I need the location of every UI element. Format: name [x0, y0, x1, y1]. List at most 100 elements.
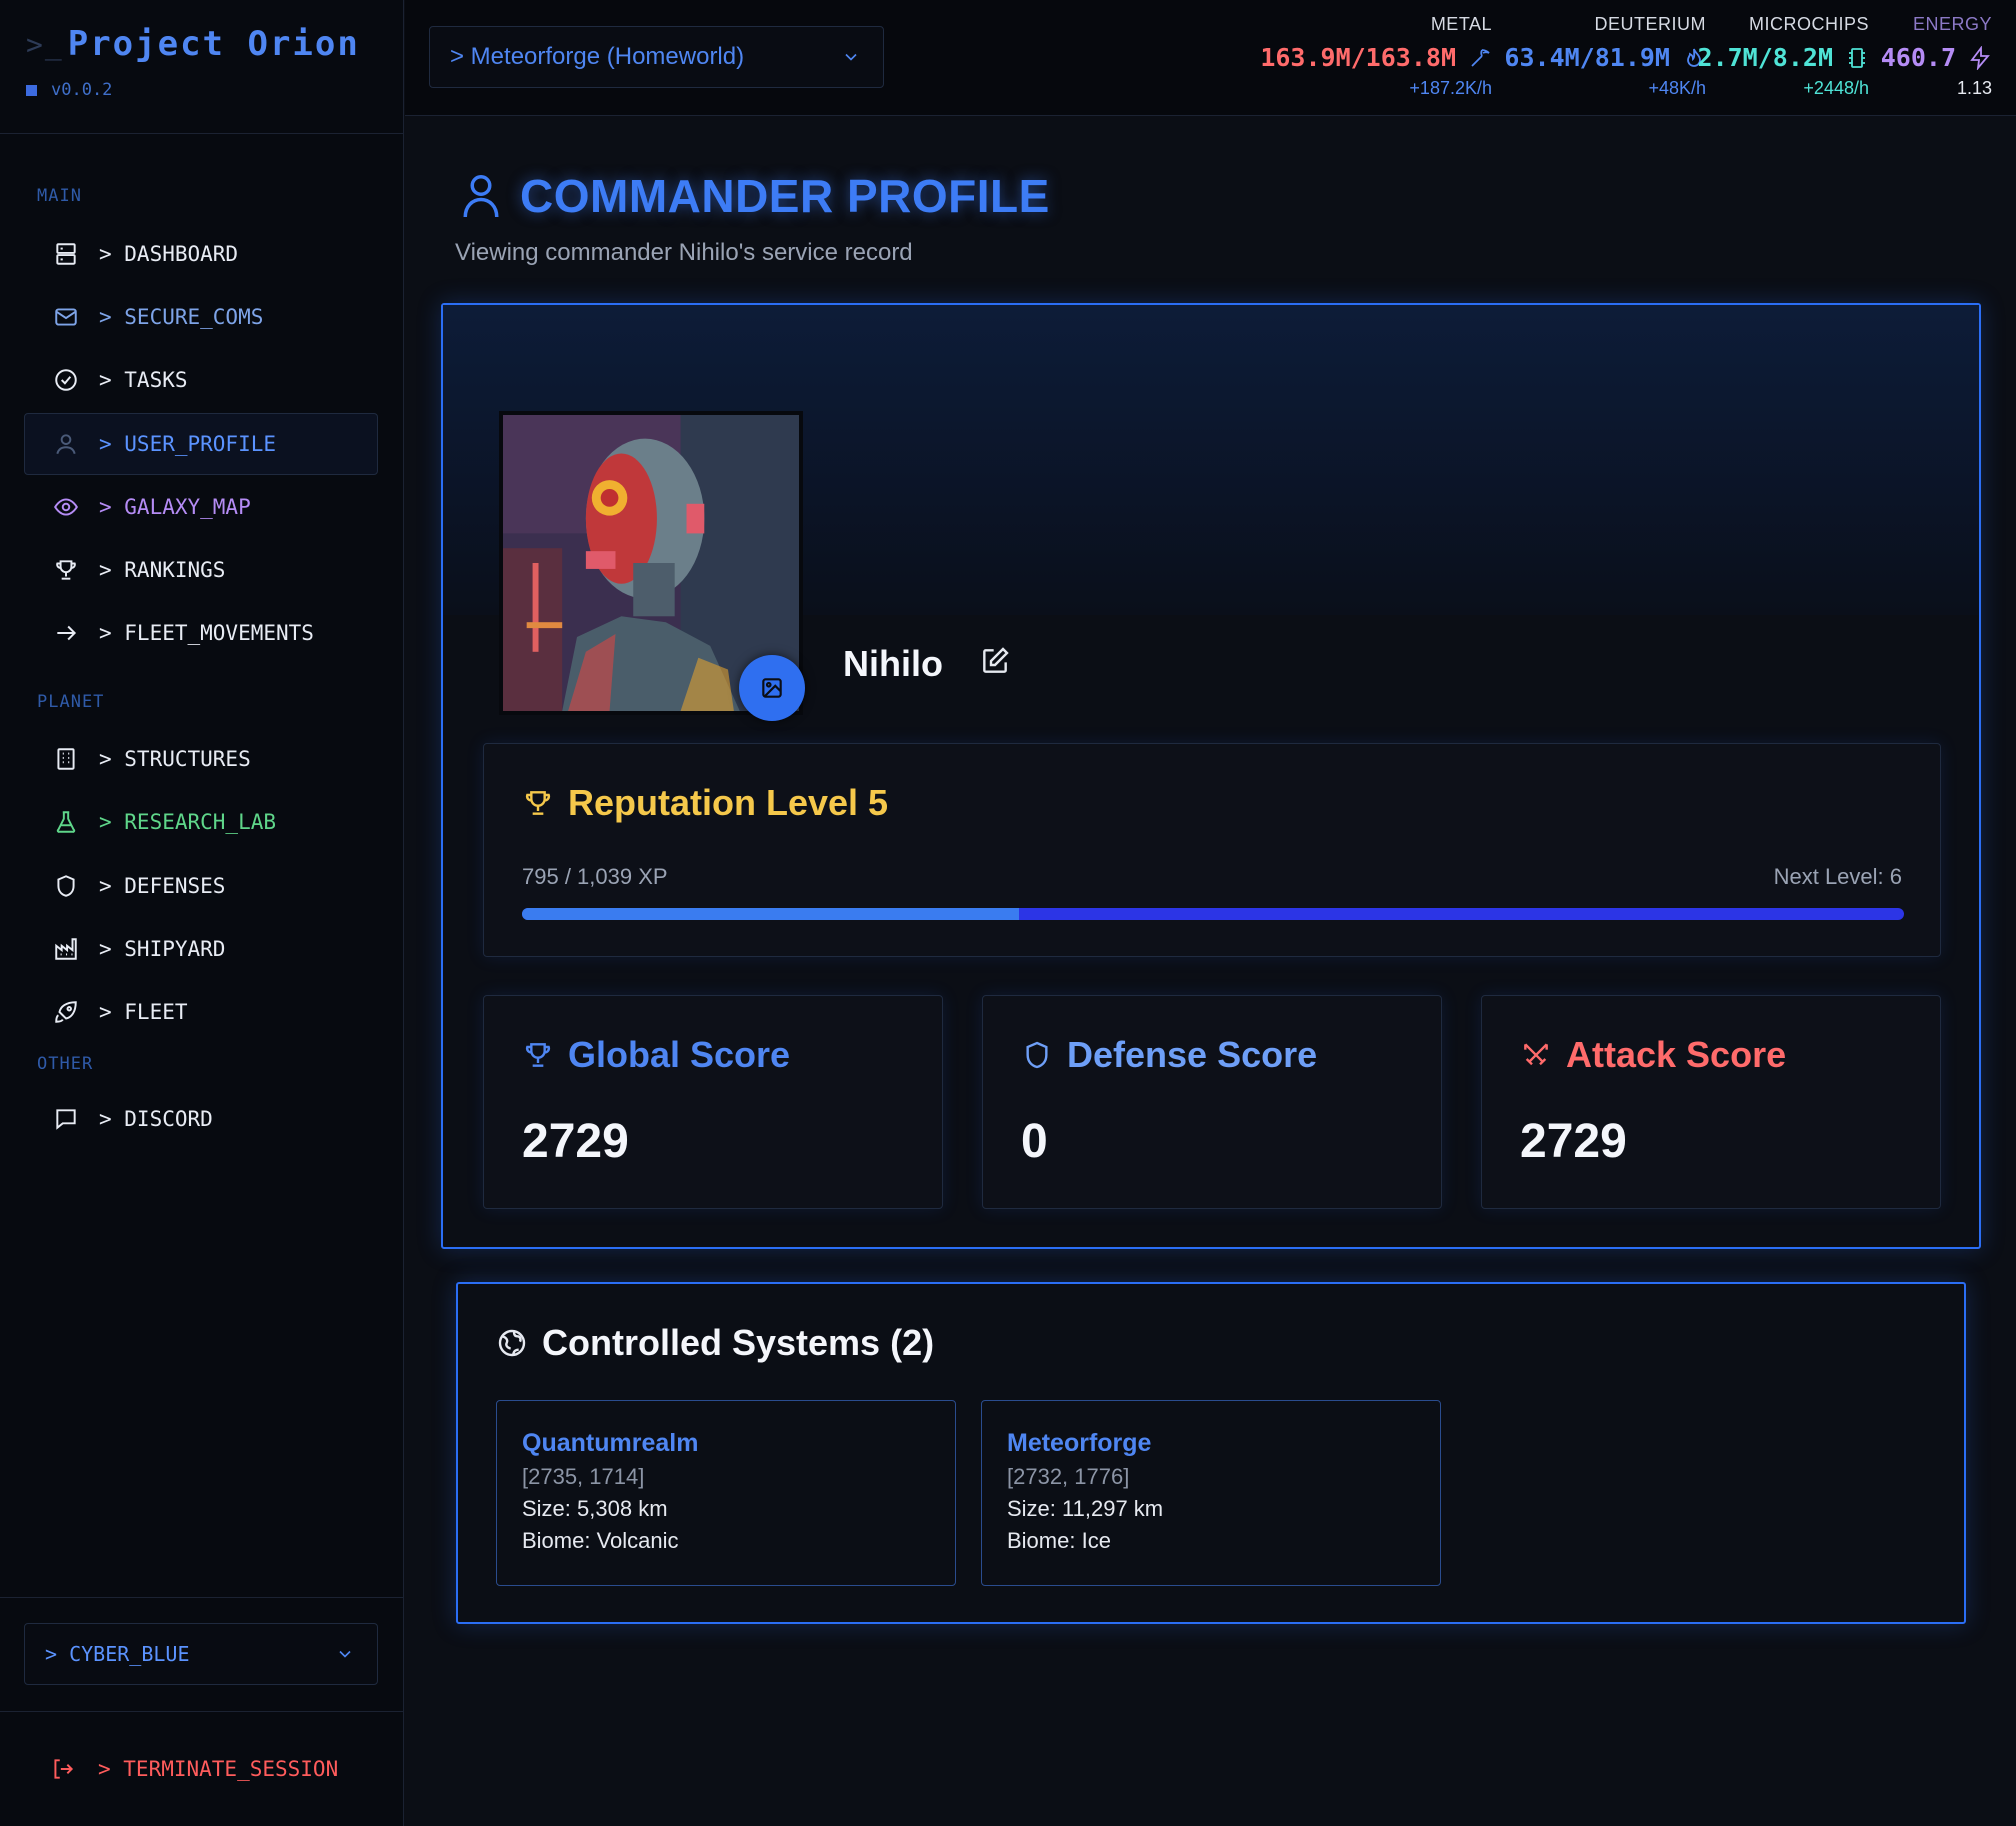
eye-icon	[51, 492, 81, 522]
nav-section-planet: PLANET	[37, 692, 105, 712]
score-value: 2729	[522, 1115, 629, 1168]
sidebar-item-label: > RESEARCH_LAB	[99, 810, 277, 834]
rocket-icon	[51, 997, 81, 1027]
change-avatar-button[interactable]	[739, 655, 805, 721]
resource-value: 2.7M/8.2M	[1698, 43, 1869, 72]
resource-value: 63.4M/81.9M	[1504, 43, 1706, 72]
sidebar-item-label: > SECURE_COMS	[99, 305, 264, 329]
planet-select[interactable]: > Meteorforge (Homeworld)	[429, 26, 884, 88]
resource-label: METAL	[1430, 14, 1492, 34]
check-circle-icon	[51, 365, 81, 395]
sidebar-item-structures[interactable]: > STRUCTURES	[24, 728, 378, 790]
swords-icon	[1524, 1043, 1548, 1066]
edit-name-icon[interactable]	[979, 645, 1011, 677]
globe-icon	[498, 1329, 526, 1357]
top-bar: > Meteorforge (Homeworld) METAL 163.9M/1…	[405, 0, 2016, 116]
nav-section-other: OTHER	[37, 1054, 94, 1074]
terminate-session-button[interactable]: > TERMINATE_SESSION	[24, 1738, 378, 1800]
theme-select[interactable]: > CYBER_BLUE	[24, 1623, 378, 1685]
system-name[interactable]: Meteorforge	[1007, 1429, 1440, 1458]
sidebar-item-galaxy-map[interactable]: > GALAXY_MAP	[24, 476, 378, 538]
reputation-xp: 795 / 1,039 XP	[522, 864, 668, 889]
trophy-icon	[525, 1043, 551, 1067]
reputation-next-level: Next Level: 6	[1773, 864, 1902, 889]
sidebar-item-research-lab[interactable]: > RESEARCH_LAB	[24, 791, 378, 853]
sidebar-item-discord[interactable]: > DISCORD	[24, 1088, 378, 1150]
system-coords: [2735, 1714]	[522, 1464, 645, 1489]
arrow-right-icon	[51, 618, 81, 648]
score-value: 2729	[1520, 1115, 1627, 1168]
resource-rate: +2448/h	[1803, 78, 1869, 98]
bolt-icon	[1970, 45, 1990, 70]
resource-energy: ENERGY 460.7 1.13	[1881, 14, 1992, 99]
systems-title-text: Controlled Systems (2)	[542, 1322, 935, 1363]
planet-select-value: > Meteorforge (Homeworld)	[450, 43, 745, 70]
sidebar-item-fleet-movements[interactable]: > FLEET_MOVEMENTS	[24, 602, 378, 664]
sidebar-item-user-profile[interactable]: > USER_PROFILE	[24, 413, 378, 475]
shield-icon	[51, 871, 81, 901]
system-name[interactable]: Quantumrealm	[522, 1429, 955, 1458]
sidebar-item-label: > FLEET_MOVEMENTS	[99, 621, 314, 645]
global-score-card: Global Score 2729	[483, 995, 943, 1209]
resource-value-text: 63.4M/81.9M	[1504, 43, 1670, 72]
sidebar-item-rankings[interactable]: > RANKINGS	[24, 539, 378, 601]
brand-title[interactable]: >_ Project Orion	[26, 24, 403, 64]
profile-card: Nihilo Reputation Level 5 795 / 1,039 XP…	[441, 303, 1981, 1249]
resource-value-text: 2.7M/8.2M	[1697, 43, 1833, 72]
sidebar-item-fleet[interactable]: > FLEET	[24, 981, 378, 1043]
sidebar-item-label: > USER_PROFILE	[99, 432, 277, 456]
sidebar: >_ Project Orion v0.0.2 MAIN > DASHBOARD…	[0, 0, 404, 1826]
sidebar-item-label: > STRUCTURES	[99, 747, 251, 771]
sidebar-item-label: > RANKINGS	[99, 558, 226, 582]
system-coords: [2732, 1776]	[1007, 1464, 1130, 1489]
reputation-progress-fill	[522, 908, 1019, 920]
sidebar-item-label: > SHIPYARD	[99, 937, 226, 961]
system-size: Size: 11,297 km	[1007, 1496, 1164, 1521]
resource-rate: +187.2K/h	[1409, 78, 1492, 98]
mail-icon	[51, 302, 81, 332]
chevron-down-icon	[845, 53, 857, 61]
message-icon	[51, 1104, 81, 1134]
score-title: Global Score	[522, 1034, 790, 1076]
resource-value: 460.7	[1881, 43, 1992, 72]
terminal-prompt-icon: >_	[26, 27, 64, 61]
resource-label: DEUTERIUM	[1594, 14, 1706, 34]
sidebar-item-label: > DISCORD	[99, 1107, 213, 1131]
system-card-meteorforge[interactable]: Meteorforge [2732, 1776] Size: 11,297 km…	[981, 1400, 1441, 1586]
system-size: Size: 5,308 km	[522, 1496, 668, 1521]
sidebar-item-dashboard[interactable]: > DASHBOARD	[24, 223, 378, 285]
factory-icon	[51, 934, 81, 964]
defense-score-card: Defense Score 0	[982, 995, 1442, 1209]
sidebar-item-defenses[interactable]: > DEFENSES	[24, 855, 378, 917]
sidebar-item-label: > FLEET	[99, 1000, 188, 1024]
score-title: Attack Score	[1520, 1034, 1786, 1076]
controlled-systems-card: Controlled Systems (2) Quantumrealm [273…	[456, 1282, 1966, 1624]
resource-value-text: 460.7	[1880, 43, 1956, 72]
resource-label: ENERGY	[1912, 14, 1992, 34]
score-title-text: Global Score	[568, 1034, 791, 1075]
score-title-text: Attack Score	[1566, 1034, 1787, 1075]
sidebar-item-label: > DEFENSES	[99, 874, 226, 898]
attack-score-card: Attack Score 2729	[1481, 995, 1941, 1209]
resource-microchips: MICROCHIPS 2.7M/8.2M +2448/h	[1698, 14, 1869, 99]
sidebar-item-tasks[interactable]: > TASKS	[24, 349, 378, 411]
score-title: Defense Score	[1021, 1034, 1317, 1076]
sidebar-item-secure-coms[interactable]: > SECURE_COMS	[24, 286, 378, 348]
nav-section-main: MAIN	[37, 186, 82, 206]
version-square-icon	[26, 84, 37, 96]
flask-icon	[51, 807, 81, 837]
sidebar-item-shipyard[interactable]: > SHIPYARD	[24, 918, 378, 980]
system-card-quantumrealm[interactable]: Quantumrealm [2735, 1714] Size: 5,308 km…	[496, 1400, 956, 1586]
system-biome: Biome: Volcanic	[522, 1528, 679, 1553]
brand-title-text: Project Orion	[67, 24, 360, 64]
resource-value-text: 163.9M/163.8M	[1260, 43, 1456, 72]
reputation-card: Reputation Level 5 795 / 1,039 XP Next L…	[483, 743, 1941, 957]
reputation-progress-bar	[522, 908, 1904, 920]
building-icon	[51, 744, 81, 774]
resource-rate: 1.13	[1956, 78, 1992, 98]
score-title-text: Defense Score	[1067, 1034, 1318, 1075]
chevron-down-icon	[339, 1650, 351, 1658]
resource-label: MICROCHIPS	[1748, 14, 1869, 34]
sidebar-divider	[0, 1597, 404, 1598]
chip-icon	[1849, 47, 1865, 68]
